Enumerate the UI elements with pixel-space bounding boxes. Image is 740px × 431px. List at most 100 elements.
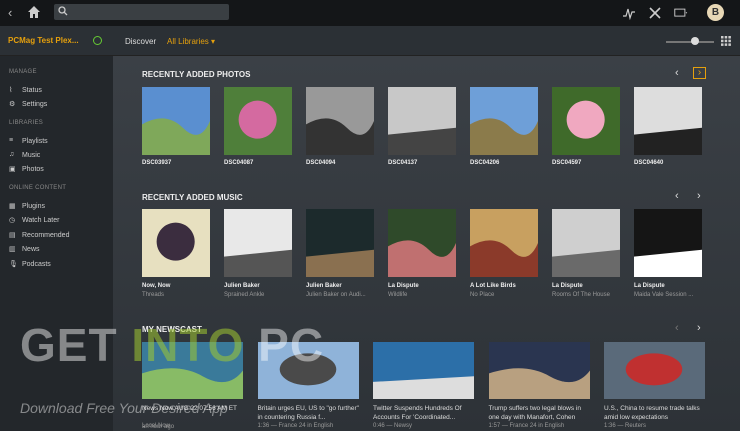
music-artwork xyxy=(552,209,620,277)
music-tile[interactable] xyxy=(388,209,456,277)
music-artwork xyxy=(306,209,374,277)
tools-icon[interactable] xyxy=(648,6,662,20)
search-field[interactable] xyxy=(54,4,229,20)
music-subtitle[interactable]: No Place xyxy=(470,292,494,298)
music-title[interactable]: Julien Baker xyxy=(224,283,260,289)
news-subtitle: 0:46 — Newsy xyxy=(373,423,413,429)
music-subtitle[interactable]: Rooms Of The House xyxy=(552,292,610,298)
photos-title[interactable]: DSC03937 xyxy=(142,160,171,166)
news-prev-icon[interactable]: ‹ xyxy=(675,322,679,334)
news-artwork xyxy=(373,342,474,399)
photos-prev-icon[interactable]: ‹ xyxy=(675,67,679,79)
watermark-text-b: INTO xyxy=(131,319,245,371)
music-subtitle[interactable]: Julien Baker on Audi... xyxy=(306,292,366,298)
sidebar-item-photos[interactable]: ▣ Photos xyxy=(9,165,44,174)
home-icon[interactable] xyxy=(26,4,42,20)
music-title[interactable]: La Dispute xyxy=(388,283,419,289)
watermark: GET INTO PC xyxy=(20,318,324,372)
list-icon: ≡ xyxy=(9,137,14,144)
pulse-icon: ⌇ xyxy=(9,87,13,94)
music-tile[interactable] xyxy=(634,209,702,277)
music-subtitle[interactable]: Maida Vale Session ... xyxy=(634,292,693,298)
back-icon[interactable]: ‹ xyxy=(8,5,12,20)
photos-title[interactable]: DSC04597 xyxy=(552,160,581,166)
photos-tile[interactable] xyxy=(142,87,210,155)
photos-artwork xyxy=(634,87,702,155)
news-time: an hour ago xyxy=(142,424,175,430)
music-subtitle[interactable]: Threads xyxy=(142,292,164,298)
music-subtitle[interactable]: Wildlife xyxy=(388,292,407,298)
music-prev-icon[interactable]: ‹ xyxy=(675,190,679,202)
server-selector[interactable]: PCMag Test Plex... xyxy=(8,36,79,45)
music-title[interactable]: Now, Now xyxy=(142,283,170,289)
news-tile[interactable] xyxy=(604,342,705,399)
photos-artwork xyxy=(388,87,456,155)
news-title[interactable]: Trump suffers two legal blows in one day… xyxy=(489,404,593,422)
sub-bar: PCMag Test Plex... Discover All Librarie… xyxy=(0,26,740,56)
photos-tile[interactable] xyxy=(388,87,456,155)
cast-icon[interactable] xyxy=(674,6,688,20)
photos-title[interactable]: DSC04094 xyxy=(306,160,335,166)
news-subtitle: 1:57 — France 24 in English xyxy=(488,423,565,429)
section-header-photos[interactable]: RECENTLY ADDED PHOTOS xyxy=(142,70,250,79)
top-bar: ‹ B xyxy=(0,0,740,26)
music-artwork xyxy=(388,209,456,277)
photos-tile[interactable] xyxy=(306,87,374,155)
news-title[interactable]: Twitter Suspends Hundreds Of Accounts Fo… xyxy=(373,404,477,422)
photos-title[interactable]: DSC04087 xyxy=(224,160,253,166)
music-tile[interactable] xyxy=(470,209,538,277)
sidebar-item-label: Podcasts xyxy=(22,260,51,268)
music-tile[interactable] xyxy=(142,209,210,277)
photos-tile[interactable] xyxy=(634,87,702,155)
music-title[interactable]: A Lot Like Birds xyxy=(470,283,516,289)
sidebar-item-label: Status xyxy=(22,86,42,94)
news-tile[interactable] xyxy=(373,342,474,399)
sidebar-item-label: Recommended xyxy=(22,231,70,239)
sidebar-item-recommended[interactable]: ▤ Recommended xyxy=(9,231,70,240)
photos-title[interactable]: DSC04640 xyxy=(634,160,663,166)
music-title[interactable]: La Dispute xyxy=(634,283,665,289)
music-artwork xyxy=(224,209,292,277)
music-tile[interactable] xyxy=(224,209,292,277)
activity-icon[interactable] xyxy=(622,6,636,20)
search-input[interactable] xyxy=(70,4,225,20)
clock-icon: ◷ xyxy=(9,217,16,224)
mic-icon: 🎙 xyxy=(9,261,18,268)
slider-knob[interactable] xyxy=(691,37,699,45)
music-next-icon[interactable]: › xyxy=(697,190,701,202)
section-manage: MANAGE xyxy=(9,69,37,75)
breadcrumb-discover[interactable]: Discover xyxy=(125,37,156,46)
photos-title[interactable]: DSC04206 xyxy=(470,160,499,166)
music-title[interactable]: La Dispute xyxy=(552,283,583,289)
sidebar-item-status[interactable]: ⌇ Status xyxy=(9,86,42,95)
avatar[interactable]: B xyxy=(707,4,724,21)
sidebar-item-news[interactable]: ▥ News xyxy=(9,245,40,254)
sidebar-item-watch-later[interactable]: ◷ Watch Later xyxy=(9,216,59,225)
music-subtitle[interactable]: Sprained Ankle xyxy=(224,292,264,298)
sidebar-item-plugins[interactable]: ▦ Plugins xyxy=(9,202,45,211)
section-libraries: LIBRARIES xyxy=(9,120,44,126)
library-dropdown[interactable]: All Libraries ▾ xyxy=(167,37,215,46)
grid-icon[interactable] xyxy=(721,36,731,46)
size-slider[interactable] xyxy=(666,41,714,43)
photos-next-icon[interactable]: › xyxy=(693,67,706,79)
photos-title[interactable]: DSC04137 xyxy=(388,160,417,166)
photos-tile[interactable] xyxy=(470,87,538,155)
sidebar-item-settings[interactable]: ⚙ Settings xyxy=(9,100,47,109)
news-title[interactable]: Britain urges EU, US to "go further" in … xyxy=(258,404,362,422)
photos-tile[interactable] xyxy=(224,87,292,155)
music-tile[interactable] xyxy=(306,209,374,277)
news-next-icon[interactable]: › xyxy=(697,322,701,334)
photos-artwork xyxy=(306,87,374,155)
sidebar-item-playlists[interactable]: ≡ Playlists xyxy=(9,137,48,145)
music-artwork xyxy=(470,209,538,277)
music-title[interactable]: Julien Baker xyxy=(306,283,342,289)
sidebar-item-music[interactable]: ♫ Music xyxy=(9,151,40,159)
news-icon: ▥ xyxy=(9,246,16,253)
photos-tile[interactable] xyxy=(552,87,620,155)
news-tile[interactable] xyxy=(488,342,590,399)
section-header-music[interactable]: RECENTLY ADDED MUSIC xyxy=(142,193,243,202)
sidebar-item-podcasts[interactable]: 🎙 Podcasts xyxy=(9,260,51,269)
news-title[interactable]: U.S., China to resume trade talks amid l… xyxy=(604,404,708,422)
music-tile[interactable] xyxy=(552,209,620,277)
